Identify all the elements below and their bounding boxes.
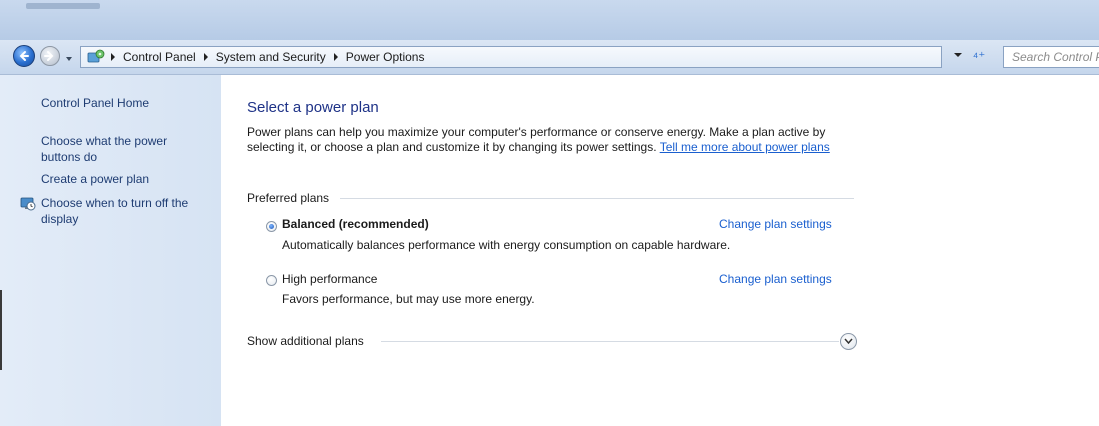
window-edge (0, 290, 2, 370)
sidebar-item-display-off[interactable]: Choose when to turn off the display (41, 195, 211, 227)
display-timer-icon (20, 197, 36, 211)
recent-pages-dropdown[interactable] (64, 51, 74, 61)
refresh-icon: ⁴⁺ (972, 49, 986, 64)
refresh-button[interactable]: ⁴⁺ (969, 48, 989, 66)
additional-plans-divider (381, 341, 839, 342)
help-link[interactable]: Tell me more about power plans (660, 140, 830, 154)
high-performance-change-settings-link[interactable]: Change plan settings (719, 272, 832, 286)
show-additional-plans-label[interactable]: Show additional plans (247, 334, 364, 348)
breadcrumb-system-and-security[interactable]: System and Security (216, 50, 326, 64)
arrow-left-icon (19, 51, 29, 61)
title-bar (0, 0, 1099, 40)
title-bar-mark (26, 3, 100, 9)
back-button[interactable] (13, 45, 35, 67)
preferred-plans-heading: Preferred plans (247, 191, 330, 205)
high-performance-plan-name[interactable]: High performance (282, 272, 377, 286)
address-dropdown-button[interactable] (954, 53, 962, 57)
sidebar-item-power-buttons[interactable]: Choose what the power buttons do (41, 133, 191, 165)
breadcrumb-control-panel[interactable]: Control Panel (123, 50, 196, 64)
control-panel-icon (87, 49, 105, 63)
sidebar-item-control-panel-home[interactable]: Control Panel Home (41, 95, 211, 111)
breadcrumb-power-options[interactable]: Power Options (346, 50, 425, 64)
balanced-change-settings-link[interactable]: Change plan settings (719, 217, 832, 231)
breadcrumb: Control Panel System and Security Power … (111, 47, 432, 67)
power-options-window: Control Panel System and Security Power … (0, 0, 1099, 426)
balanced-plan-description: Automatically balances performance with … (282, 238, 731, 252)
balanced-plan-radio[interactable] (266, 221, 277, 232)
sidebar-item-create-plan[interactable]: Create a power plan (41, 171, 211, 187)
main-content: Select a power plan Power plans can help… (221, 75, 1099, 426)
address-bar[interactable]: Control Panel System and Security Power … (80, 46, 942, 68)
arrow-right-icon (44, 51, 54, 61)
navigation-bar: Control Panel System and Security Power … (0, 40, 1099, 75)
chevron-right-icon (111, 53, 115, 61)
page-title: Select a power plan (247, 99, 379, 116)
search-input[interactable]: Search Control Panel (1003, 46, 1099, 68)
chevron-down-icon (66, 57, 72, 61)
sidebar: Control Panel Home Choose what the power… (0, 75, 221, 426)
group-divider (340, 198, 854, 199)
chevron-down-icon (844, 338, 853, 345)
chevron-right-icon (333, 53, 338, 61)
chevron-right-icon (203, 53, 208, 61)
forward-button[interactable] (40, 46, 60, 66)
balanced-plan-name[interactable]: Balanced (recommended) (282, 217, 429, 231)
high-performance-plan-radio[interactable] (266, 275, 277, 286)
expand-plans-button[interactable] (840, 333, 857, 350)
high-performance-plan-description: Favors performance, but may use more ene… (282, 292, 535, 306)
intro-paragraph: Power plans can help you maximize your c… (247, 125, 867, 155)
